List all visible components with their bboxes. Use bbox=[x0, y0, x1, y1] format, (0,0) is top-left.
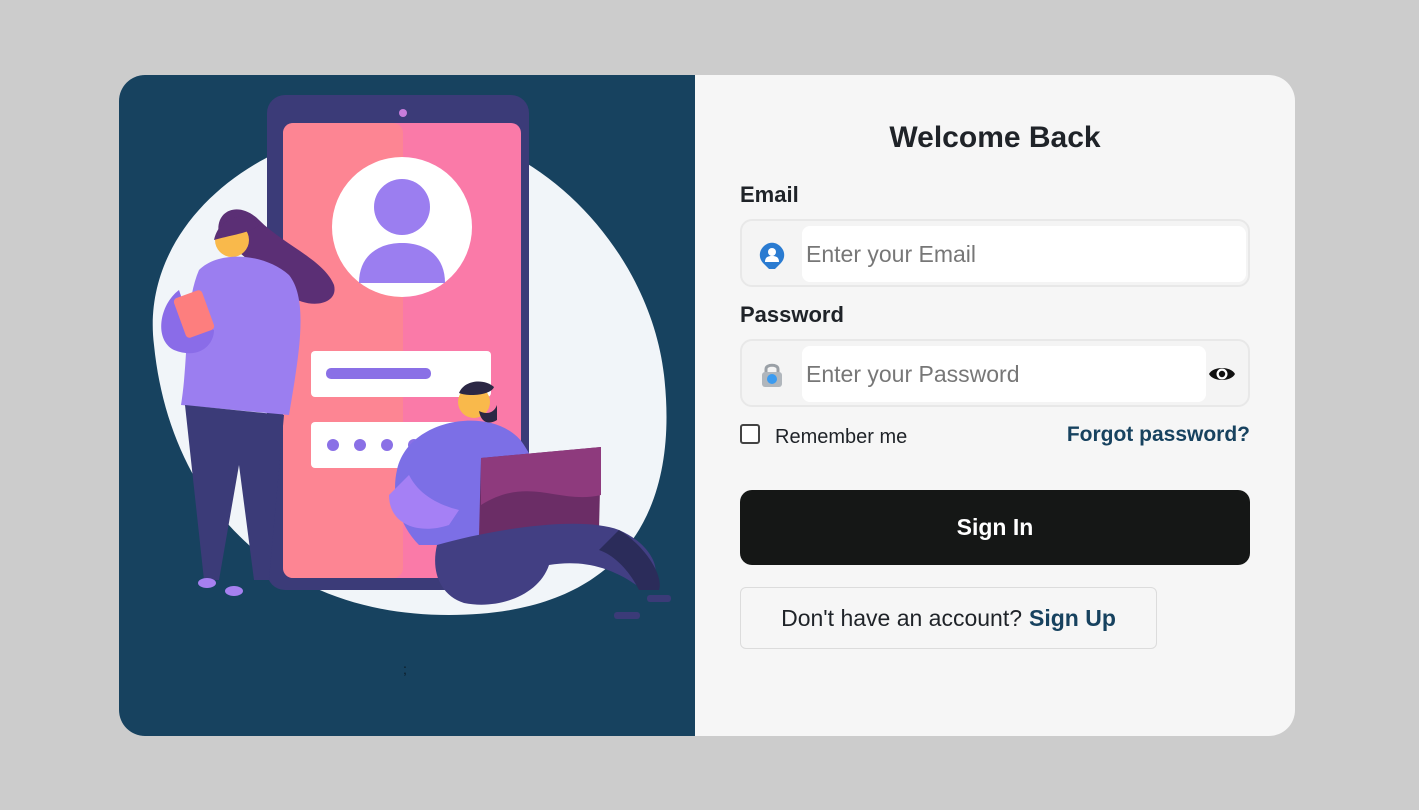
email-label: Email bbox=[740, 182, 799, 207]
stray-text: ; bbox=[403, 661, 407, 677]
email-field bbox=[740, 219, 1250, 287]
form-title: Welcome Back bbox=[889, 121, 1101, 154]
signup-prompt: Don't have an account? Sign Up bbox=[740, 587, 1157, 649]
password-field bbox=[740, 339, 1250, 407]
padlock-icon bbox=[762, 363, 782, 387]
password-label: Password bbox=[740, 302, 844, 327]
forgot-password-link[interactable]: Forgot password? bbox=[1067, 423, 1250, 447]
form-options-row: Remember me Forgot password? bbox=[740, 422, 1250, 452]
sign-up-link[interactable]: Sign Up bbox=[1029, 605, 1116, 632]
login-form-panel: Welcome Back Email Password bbox=[695, 75, 1295, 736]
illustration-panel: ; bbox=[119, 75, 695, 736]
login-illustration bbox=[152, 95, 671, 619]
user-pin-icon bbox=[759, 242, 785, 269]
sign-in-button[interactable]: Sign In bbox=[740, 490, 1250, 565]
password-input[interactable] bbox=[802, 346, 1206, 402]
remember-label[interactable]: Remember me bbox=[775, 426, 907, 449]
remember-checkbox[interactable] bbox=[740, 424, 760, 444]
eye-icon[interactable] bbox=[1208, 363, 1236, 385]
email-input[interactable] bbox=[802, 226, 1246, 282]
login-card: ; Welcome Back Email Password bbox=[119, 75, 1295, 736]
signup-prompt-text: Don't have an account? bbox=[781, 604, 1023, 631]
